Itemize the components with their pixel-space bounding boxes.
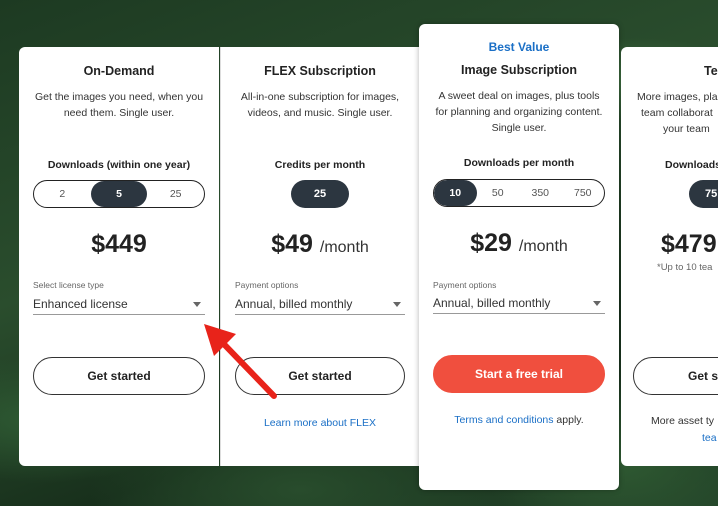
option-750[interactable]: 750 [562, 180, 605, 206]
team-note: *Up to 10 tea [657, 262, 713, 273]
desc-line: team collaborat [641, 107, 713, 119]
start-free-trial-button[interactable]: Start a free trial [433, 355, 605, 393]
get-started-button[interactable]: Get st [633, 357, 718, 395]
plan-title: Image Subscription [461, 63, 577, 77]
learn-more-flex-link[interactable]: Learn more about FLEX [221, 417, 419, 429]
downloads-label: Downloads per month [463, 157, 575, 169]
option-25[interactable]: 25 [147, 181, 204, 207]
plan-price: $29 /month [419, 229, 619, 258]
credits-label: Credits per month [274, 159, 366, 171]
option-2[interactable]: 2 [34, 181, 91, 207]
license-type-label: Select license type [33, 280, 104, 290]
plan-card-team: Te More images, pla team collaborat your… [621, 47, 718, 466]
downloads-label: Downloads [665, 159, 718, 171]
downloads-selector: 10 50 350 750 [433, 179, 605, 207]
terms-link[interactable]: Terms and conditions [454, 414, 553, 426]
get-started-button[interactable]: Get started [33, 357, 205, 395]
plan-card-on-demand: On-Demand Get the images you need, when … [19, 47, 219, 466]
downloads-option-selected[interactable]: 75 [689, 180, 718, 208]
desc-line: More images, pla [637, 91, 718, 103]
downloads-label: Downloads (within one year) [47, 159, 191, 171]
plan-card-image-subscription: Best Value Image Subscription A sweet de… [419, 24, 619, 490]
red-arrow-annotation [204, 324, 277, 399]
plan-price: $449 [91, 230, 147, 258]
terms-line: Terms and conditions apply. [419, 414, 619, 426]
plan-description: Get the images you need, when you need t… [34, 91, 204, 119]
plan-description: A sweet deal on images, plus tools for p… [435, 90, 603, 134]
footer-text: More asset ty [651, 415, 715, 427]
plan-title: FLEX Subscription [264, 64, 376, 78]
price-period: /month [518, 238, 568, 255]
price-amount: $29 [470, 229, 512, 257]
best-value-badge: Best Value [488, 40, 550, 54]
price-amount: $49 [271, 230, 313, 258]
plan-description: All-in-one subscription for images, vide… [240, 91, 400, 119]
terms-suffix: apply. [553, 414, 584, 426]
option-350[interactable]: 350 [519, 180, 562, 206]
plan-description: More images, pla team collaborat your te… [637, 89, 718, 137]
payment-options-select[interactable]: Annual, billed monthly [235, 295, 405, 315]
license-type-select[interactable]: Enhanced license [33, 295, 205, 315]
plan-price: $479 [661, 230, 717, 258]
license-type-value: Enhanced license [33, 297, 128, 311]
payment-options-value: Annual, billed monthly [235, 297, 353, 311]
plan-title: Te [704, 64, 718, 78]
caret-down-icon [593, 301, 601, 306]
caret-down-icon [393, 302, 401, 307]
caret-down-icon [193, 302, 201, 307]
downloads-selector: 2 5 25 [33, 180, 205, 208]
payment-options-value: Annual, billed monthly [433, 296, 551, 310]
price-period: /month [319, 239, 369, 256]
desc-line: your team [663, 123, 710, 135]
option-5-selected[interactable]: 5 [90, 181, 148, 207]
payment-options-select[interactable]: Annual, billed monthly [433, 294, 605, 314]
footer-link[interactable]: tea [702, 432, 717, 444]
option-50[interactable]: 50 [477, 180, 520, 206]
plan-price: $49 /month [221, 230, 419, 259]
plan-title: On-Demand [83, 64, 155, 78]
credits-option-25-selected[interactable]: 25 [291, 180, 349, 208]
payment-options-label: Payment options [235, 280, 299, 290]
payment-options-label: Payment options [433, 280, 497, 290]
option-10-selected[interactable]: 10 [434, 180, 477, 206]
